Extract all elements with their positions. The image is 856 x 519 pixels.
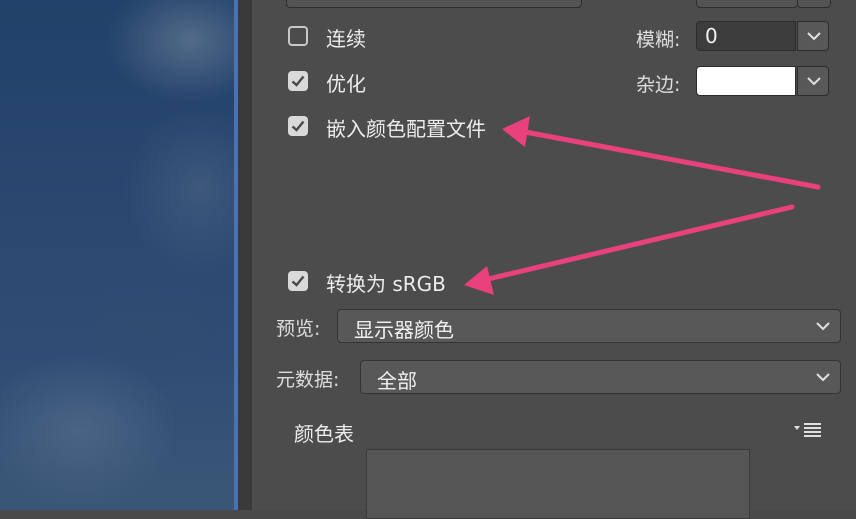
annotation-arrows bbox=[464, 116, 821, 295]
arrowhead-convert-srgb bbox=[464, 266, 494, 295]
arrow-to-embed-profile bbox=[517, 128, 821, 190]
arrowhead-embed-profile bbox=[502, 116, 530, 147]
arrow-to-convert-srgb bbox=[481, 204, 795, 283]
